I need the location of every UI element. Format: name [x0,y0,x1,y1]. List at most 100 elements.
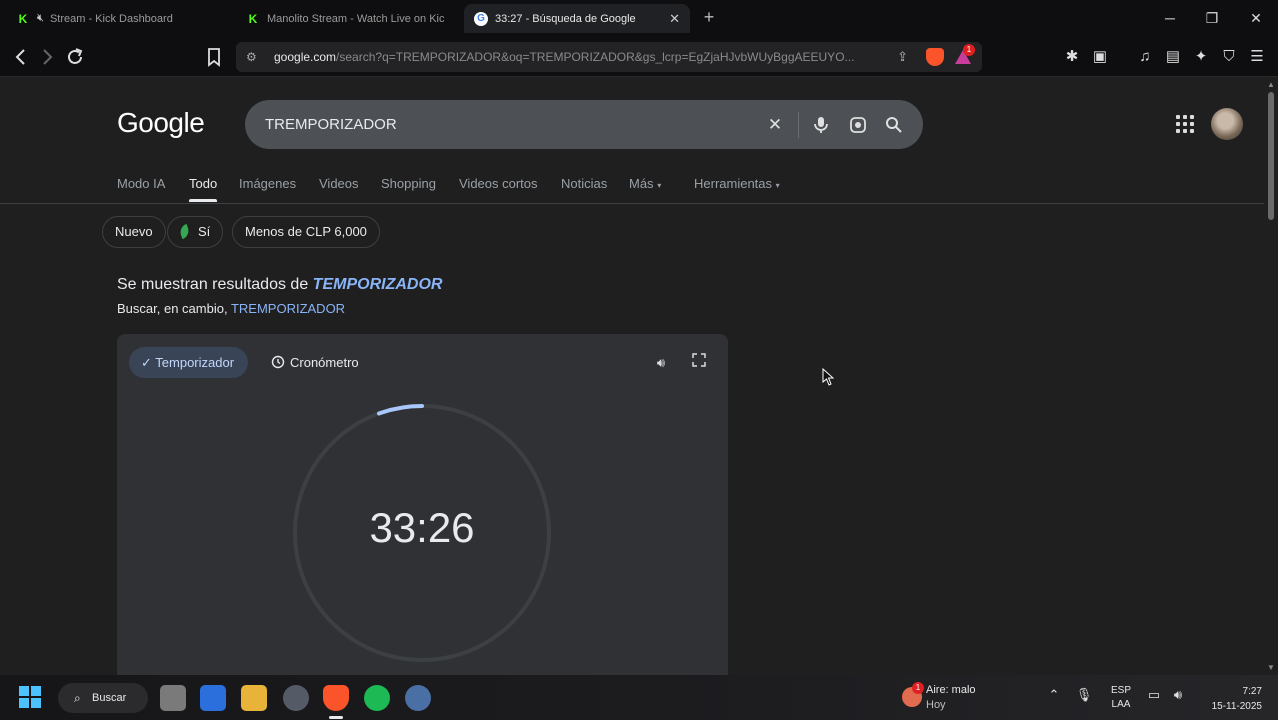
search-box[interactable]: TREMPORIZADOR ✕ [245,100,923,149]
mouse-cursor [822,368,834,386]
file-explorer-icon[interactable] [241,685,267,711]
check-icon: ✓ [141,355,156,370]
kick-icon: K [248,11,258,26]
original-query-link[interactable]: TREMPORIZADOR [231,301,345,316]
share-icon[interactable]: ⇪ [897,49,908,65]
brave-rewards-icon[interactable]: 1 [954,44,975,66]
leaf-icon [178,223,191,240]
google-results-page: Google TREMPORIZADOR ✕ Modo IA Todo Imág [0,78,1264,675]
tab-mas[interactable]: Más ▾ [629,176,661,191]
google-apps-icon[interactable] [1173,112,1197,136]
search-icon: ⌕ [74,691,81,705]
tab-kick-dashboard[interactable]: K 🔇︎ Stream - Kick Dashboard [6,4,234,33]
site-settings-icon[interactable]: ⚙︎ [246,50,264,64]
windows-start-icon[interactable] [18,685,44,711]
fullscreen-icon[interactable] [689,353,709,373]
stopwatch-tab[interactable]: Cronómetro [271,347,359,378]
scroll-down-icon: ▼ [1267,663,1275,672]
tab-videos[interactable]: Videos [319,176,359,191]
show-hidden-icons[interactable]: ⌃ [1044,687,1064,703]
restore-button[interactable]: ❐ [1202,8,1222,28]
tab-videos-cortos[interactable]: Videos cortos [459,176,538,191]
scroll-up-icon: ▲ [1267,80,1275,89]
search-icon[interactable] [882,113,906,137]
forward-icon [43,49,53,65]
chip-si[interactable]: Sí [167,216,224,248]
extensions-icon[interactable]: ✱ [1061,46,1083,68]
active-app-indicator [329,716,343,719]
tab-google-search[interactable]: G 33:27 - Búsqueda de Google ✕ [464,4,690,33]
close-tab-icon[interactable]: ✕ [659,11,680,27]
back-icon [15,49,25,65]
spotify-icon[interactable] [364,685,390,711]
tab-title: Stream - Kick Dashboard [49,12,173,25]
app-icon[interactable] [283,685,309,711]
rewards-badge: 1 [963,44,975,56]
volume-icon[interactable]: 🔊︎ [1168,687,1188,703]
search-input[interactable]: TREMPORIZADOR [265,116,397,133]
timer-card: ✓ Temporizador Cronómetro 🔊︎ 33:26 [117,334,728,675]
browser-tab-strip: K 🔇︎ Stream - Kick Dashboard K Manolito … [0,0,1278,37]
vpn-shield-icon[interactable]: ⛉ [1218,46,1240,68]
screen: K 🔇︎ Stream - Kick Dashboard K Manolito … [0,0,1278,720]
microsoft-store-icon[interactable] [200,685,226,711]
clock-icon [271,355,285,369]
new-tab-button[interactable]: + [700,8,718,28]
scrollbar-thumb[interactable] [1268,92,1274,220]
search-instead-for: Buscar, en cambio, TREMPORIZADOR [117,301,346,316]
network-icon[interactable]: ▭ [1144,687,1164,703]
tab-noticias[interactable]: Noticias [561,176,607,191]
google-logo[interactable]: Google [117,107,205,139]
chip-price[interactable]: Menos de CLP 6,000 [232,216,380,248]
minimize-button[interactable]: ─ [1160,8,1180,28]
weather-badge: 1 [912,682,924,694]
tab-herramientas[interactable]: Herramientas ▾ [694,176,780,191]
task-view-icon[interactable] [160,685,186,711]
tab-title: 33:27 - Búsqueda de Google [495,12,636,25]
brave-shields-icon[interactable] [926,48,944,66]
sidebar-icon[interactable]: ▣ [1089,46,1111,68]
caret-down-icon: ▾ [775,181,780,190]
google-icon: G [474,11,488,26]
url-text: google.com/search?q=TREMPORIZADOR&oq=TRE… [274,50,855,64]
wallet-icon[interactable]: ▤ [1162,46,1184,68]
lens-icon[interactable] [846,113,870,137]
chip-nuevo[interactable]: Nuevo [102,216,166,248]
weather-widget[interactable]: 1 Aire: malo Hoy [900,682,1000,714]
leo-ai-icon[interactable]: ✦ [1190,46,1212,68]
microphone-icon[interactable] [809,113,833,137]
clear-icon[interactable]: ✕ [763,113,787,137]
mute-icon[interactable]: 🔇︎ [37,12,44,25]
corrected-query-link[interactable]: TEMPORIZADOR [313,276,443,293]
bookmark-button[interactable] [203,46,225,68]
tab-shopping[interactable]: Shopping [381,176,436,191]
settings-gear-icon[interactable] [405,685,431,711]
timer-tab[interactable]: ✓ Temporizador [129,347,249,378]
tab-imagenes[interactable]: Imágenes [239,176,296,191]
microphone-icon[interactable]: 🎙︎ [1074,687,1094,703]
volume-icon[interactable]: 🔊︎ [651,353,671,373]
menu-icon[interactable]: ☰ [1246,46,1268,68]
reload-button[interactable] [64,46,86,68]
tab-modo-ia[interactable]: Modo IA [117,176,165,191]
caret-down-icon: ▾ [657,181,662,190]
tab-title: Manolito Stream - Watch Live on Kic [267,12,445,25]
address-bar[interactable]: ⚙︎ google.com/search?q=TREMPORIZADOR&oq=… [236,42,982,72]
input-language[interactable]: ESP LAA [1108,684,1134,712]
brave-browser-icon[interactable] [323,685,349,711]
back-button[interactable] [10,46,32,68]
timer-display[interactable]: 33:26 [289,504,555,552]
page-scrollbar[interactable]: ▲ ▼ [1264,78,1278,675]
windows-taskbar: ⌕ Buscar 1 Aire: malo Hoy ⌃ 🎙︎ ESP LAA ▭ 🔊… [0,675,1278,720]
browser-toolbar: ⚙︎ google.com/search?q=TREMPORIZADOR&oq=… [0,37,1278,77]
taskbar-search[interactable]: ⌕ Buscar [58,683,148,713]
reload-icon [68,48,83,64]
account-avatar[interactable] [1211,108,1243,140]
tab-manolito-stream[interactable]: K Manolito Stream - Watch Live on Kic [236,4,454,33]
tab-todo[interactable]: Todo [189,176,218,202]
kick-icon: K [18,11,28,26]
forward-button[interactable] [36,46,58,68]
system-clock[interactable]: 7:27 15-11-2025 [1196,684,1262,714]
close-window-button[interactable]: ✕ [1246,8,1266,28]
media-icon[interactable]: ♫ [1134,46,1156,68]
